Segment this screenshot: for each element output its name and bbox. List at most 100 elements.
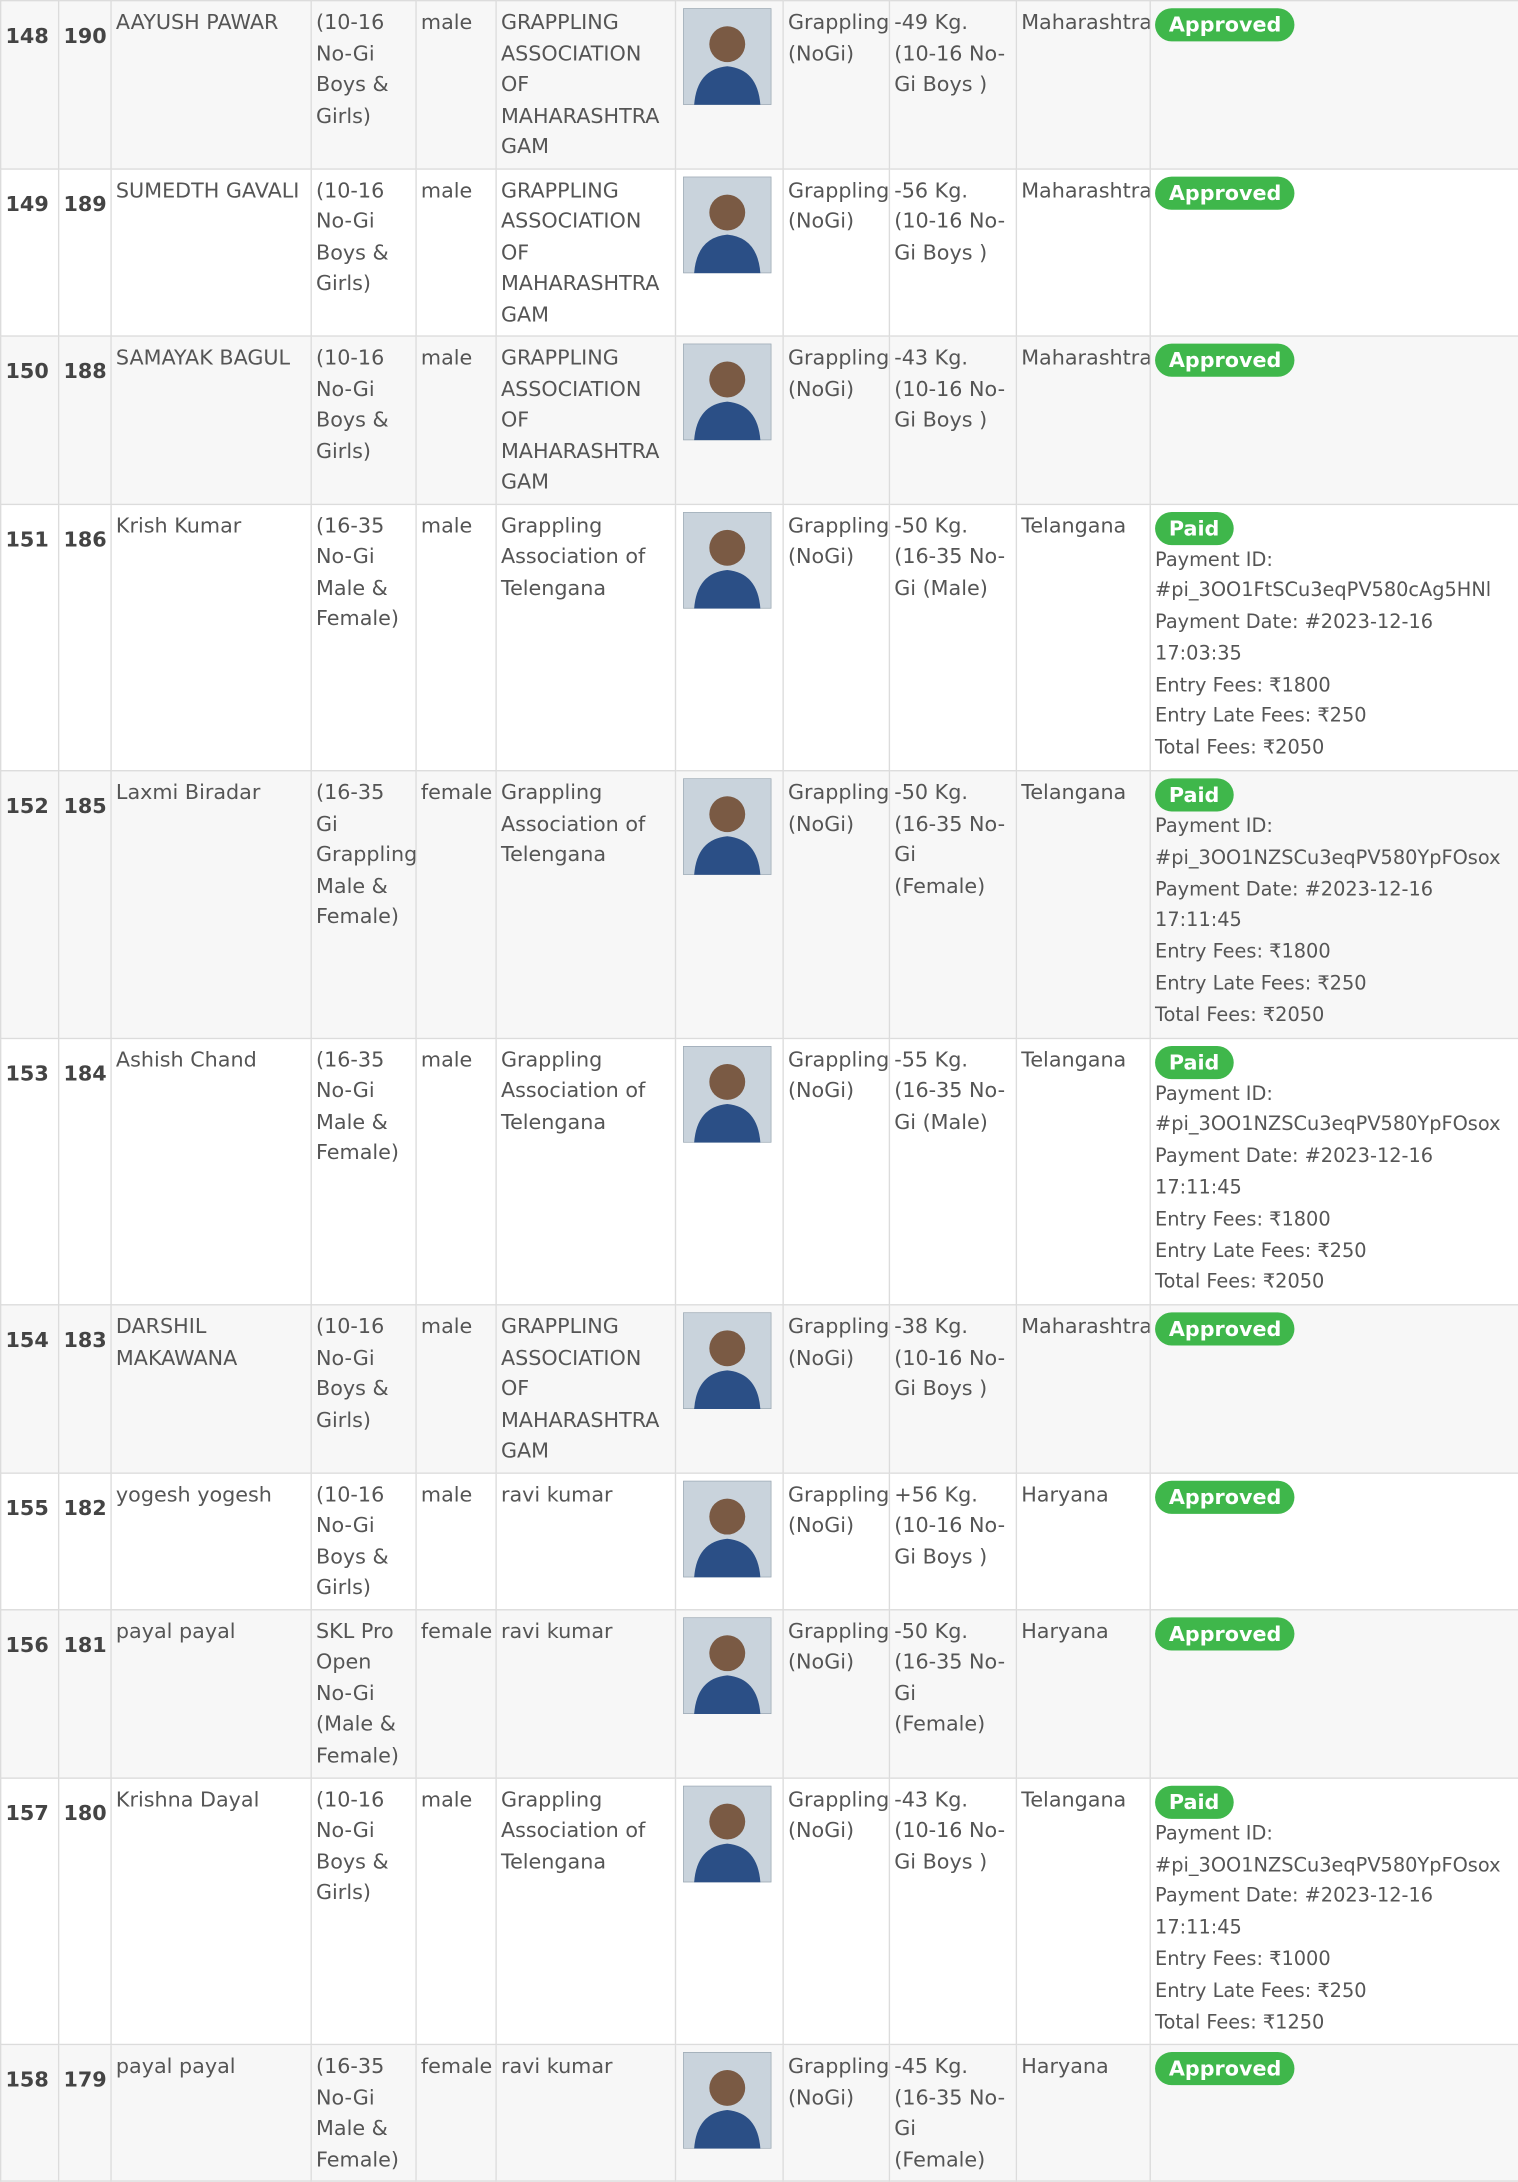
athlete-photo[interactable] (683, 8, 772, 105)
table-row: 154 183 DARSHIL MAKAWANA (10-16 No-Gi Boys … (0, 1304, 1518, 1474)
category-cell: (16-35 No-Gi Male & Female) (310, 503, 417, 772)
weight-class-cell: -43 Kg. (10-16 No-Gi Boys ) (888, 1777, 1018, 2046)
category-cell: (16-35 Gi Grappling Male & Female) (310, 770, 417, 1039)
state-cell: Maharashtra (1015, 0, 1151, 170)
registration-id-cell: 182 (57, 1472, 112, 1611)
payment-detail-line: #pi_3OO1NZSCu3eqPV580YpFOsox (1155, 1114, 1501, 1137)
status-cell: Approved (1149, 335, 1518, 505)
registrations-table-wrapper: 148 190 AAYUSH PAWAR (10-16 No-Gi Boys & Gi… (0, 0, 1518, 2182)
discipline-cell: Grappling (NoGi) (782, 770, 891, 1039)
category-cell: (10-16 No-Gi Boys & Girls) (310, 1304, 417, 1474)
gender-cell: female (415, 770, 497, 1039)
status-cell: Approved (1149, 1304, 1518, 1474)
payment-detail-line: Payment Date: #2023-12-16 (1155, 1145, 1434, 1168)
payment-detail-line: 17:11:45 (1155, 1916, 1242, 1940)
status-cell: Paid Payment ID: #pi_3OO1FtSCu3eqPV580cAg5… (1149, 503, 1518, 772)
gender-cell: male (415, 503, 497, 772)
state-cell: Maharashtra (1015, 335, 1151, 505)
serial-number-cell: 150 (0, 335, 60, 505)
athlete-photo[interactable] (683, 343, 772, 441)
discipline-cell: Grappling (NoGi) (782, 1608, 891, 1779)
table-row: 150 188 SAMAYAK BAGUL (10-16 No-Gi Boys & G… (0, 335, 1518, 505)
serial-number-cell: 153 (0, 1037, 60, 1306)
payment-detail-line: Entry Fees: ₹1800 (1155, 1208, 1331, 1231)
table-row: 155 182 yogesh yogesh (10-16 No-Gi Boys & G… (0, 1472, 1518, 1611)
payment-detail-line: Payment ID: (1155, 1822, 1273, 1845)
athlete-photo[interactable] (683, 175, 772, 273)
status-cell: Paid Payment ID: #pi_3OO1NZSCu3eqPV580YpFO… (1149, 1037, 1518, 1306)
paid-badge: Paid (1155, 511, 1234, 545)
athlete-photo[interactable] (683, 1616, 772, 1714)
weight-class-cell: +56 Kg. (10-16 No-Gi Boys ) (888, 1472, 1018, 1611)
registration-id-cell: 186 (57, 503, 112, 772)
registration-id-cell: 181 (57, 1608, 112, 1779)
status-cell: Approved (1149, 0, 1518, 170)
weight-class-cell: -43 Kg. (10-16 No-Gi Boys ) (888, 335, 1018, 505)
athlete-name-cell: payal payal (110, 2044, 312, 2182)
gender-cell: male (415, 0, 497, 170)
photo-cell (674, 503, 784, 772)
athlete-name-cell: payal payal (110, 1608, 312, 1779)
paid-badge: Paid (1155, 1785, 1234, 1819)
discipline-cell: Grappling (NoGi) (782, 1777, 891, 2046)
table-row: 151 186 Krish Kumar (16-35 No-Gi Male & Fem… (0, 503, 1518, 772)
discipline-cell: Grappling (NoGi) (782, 1472, 891, 1611)
payment-detail-line: Payment Date: #2023-12-16 (1155, 1885, 1434, 1908)
weight-class-cell: -55 Kg. (16-35 No-Gi (Male) (888, 1037, 1018, 1306)
category-cell: (10-16 No-Gi Boys & Girls) (310, 1472, 417, 1611)
photo-cell (674, 335, 784, 505)
gender-cell: female (415, 1608, 497, 1779)
photo-cell (674, 1037, 784, 1306)
payment-detail-line: Entry Fees: ₹1000 (1155, 1948, 1331, 1971)
table-row: 153 184 Ashish Chand (16-35 No-Gi Male & Fe… (0, 1037, 1518, 1306)
payment-detail-line: Total Fees: ₹2050 (1155, 737, 1325, 760)
association-cell: Grappling Association of Telengana (495, 1777, 677, 2046)
photo-cell (674, 1777, 784, 2046)
state-cell: Maharashtra (1015, 167, 1151, 337)
association-cell: ravi kumar (495, 2044, 677, 2182)
athlete-photo[interactable] (683, 1045, 772, 1143)
category-cell: (10-16 No-Gi Boys & Girls) (310, 167, 417, 337)
photo-cell (674, 167, 784, 337)
category-cell: SKL Pro Open No-Gi (Male & Female) (310, 1608, 417, 1779)
association-cell: GRAPPLING ASSOCIATION OF MAHARASHTRA GAM (495, 335, 677, 505)
status-cell: Paid Payment ID: #pi_3OO1NZSCu3eqPV580YpFO… (1149, 770, 1518, 1039)
registration-id-cell: 189 (57, 167, 112, 337)
discipline-cell: Grappling (NoGi) (782, 1037, 891, 1306)
gender-cell: female (415, 2044, 497, 2182)
photo-cell (674, 1472, 784, 1611)
serial-number-cell: 156 (0, 1608, 60, 1779)
status-cell: Approved (1149, 1472, 1518, 1611)
payment-detail-line: Entry Fees: ₹1800 (1155, 941, 1331, 964)
athlete-photo[interactable] (683, 1480, 772, 1577)
status-cell: Paid Payment ID: #pi_3OO1NZSCu3eqPV580YpFO… (1149, 1777, 1518, 2046)
athlete-name-cell: SAMAYAK BAGUL (110, 335, 312, 505)
athlete-photo[interactable] (683, 1312, 772, 1410)
association-cell: GRAPPLING ASSOCIATION OF MAHARASHTRA GAM (495, 0, 677, 170)
payment-detail-line: Payment ID: (1155, 1082, 1273, 1105)
serial-number-cell: 149 (0, 167, 60, 337)
athlete-photo[interactable] (683, 778, 772, 876)
payment-detail-line: 17:11:45 (1155, 910, 1242, 933)
state-cell: Maharashtra (1015, 1304, 1151, 1474)
payment-detail-line: #pi_3OO1NZSCu3eqPV580YpFOsox (1155, 847, 1501, 870)
table-row: 148 190 AAYUSH PAWAR (10-16 No-Gi Boys & Gi… (0, 0, 1518, 170)
payment-detail-line: Payment Date: #2023-12-16 (1155, 611, 1434, 634)
payment-detail-line: #pi_3OO1NZSCu3eqPV580YpFOsox (1155, 1854, 1501, 1877)
serial-number-cell: 158 (0, 2044, 60, 2182)
registration-id-cell: 179 (57, 2044, 112, 2182)
approved-badge: Approved (1155, 8, 1296, 42)
athlete-photo[interactable] (683, 1785, 772, 1882)
athlete-photo[interactable] (683, 2052, 772, 2150)
approved-badge: Approved (1155, 2052, 1296, 2086)
discipline-cell: Grappling (NoGi) (782, 1304, 891, 1474)
table-body: 148 190 AAYUSH PAWAR (10-16 No-Gi Boys & Gi… (0, 0, 1518, 2182)
photo-cell (674, 770, 784, 1039)
state-cell: Haryana (1015, 1608, 1151, 1779)
weight-class-cell: -56 Kg. (10-16 No-Gi Boys ) (888, 167, 1018, 337)
discipline-cell: Grappling (NoGi) (782, 2044, 891, 2182)
category-cell: (10-16 No-Gi Boys & Girls) (310, 335, 417, 505)
association-cell: ravi kumar (495, 1608, 677, 1779)
athlete-photo[interactable] (683, 511, 772, 608)
association-cell: Grappling Association of Telengana (495, 503, 677, 772)
